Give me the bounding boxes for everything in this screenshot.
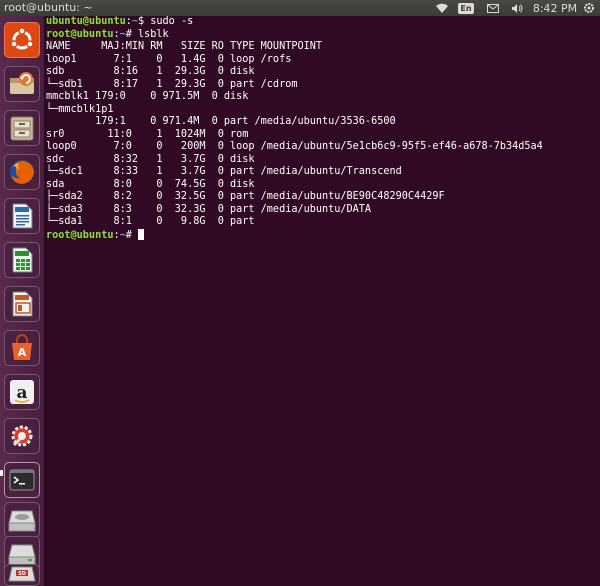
- terminal-text: loop0 7:0 0 200M 0 loop /media/ubuntu/5e…: [46, 141, 543, 152]
- terminal-text: └─sda1 8:1 0 9.8G 0 part: [46, 216, 255, 227]
- launcher-item-terminal[interactable]: [4, 462, 40, 498]
- terminal-line: 179:1 0 971.4M 0 part /media/ubuntu/3536…: [46, 116, 543, 129]
- terminal-text: ├─sda3 8:3 0 32.3G 0 part /media/ubuntu/…: [46, 203, 372, 215]
- file-cabinet-icon: [10, 116, 34, 141]
- amazon-icon: a: [10, 380, 34, 404]
- terminal-text: ├─sda2 8:2 0 32.5G 0 part /media/ubuntu/…: [46, 191, 445, 202]
- calc-icon: [12, 247, 33, 273]
- envelope-icon[interactable]: [486, 0, 500, 16]
- writer-icon: [12, 203, 33, 229]
- terminal-line: root@ubuntu:~# lsblk: [46, 29, 543, 42]
- terminal-icon: [9, 469, 35, 491]
- launcher-item-dash[interactable]: [4, 22, 40, 58]
- ubuntu-logo-icon: [10, 27, 34, 50]
- launcher-item-sd-card[interactable]: SD: [4, 564, 40, 586]
- launcher-item-files[interactable]: [4, 110, 40, 146]
- terminal-line: NAME MAJ:MIN RM SIZE RO TYPE MOUNTPOINT: [46, 41, 543, 54]
- launcher-item-calc[interactable]: [4, 242, 40, 278]
- terminal-line: ├─sda2 8:2 0 32.5G 0 part /media/ubuntu/…: [46, 191, 543, 204]
- prompt-user-host: root@ubuntu: [46, 229, 114, 241]
- running-indicator: [0, 470, 3, 476]
- terminal-line: loop0 7:0 0 200M 0 loop /media/ubuntu/5e…: [46, 141, 543, 154]
- svg-text:a: a: [16, 383, 27, 403]
- terminal-line: └─sdb1 8:17 1 29.3G 0 part /cdrom: [46, 79, 543, 92]
- terminal-output: ubuntu@ubuntu:~$ sudo -s root@ubuntu:~# l…: [46, 16, 543, 242]
- terminal-text: sda 8:0 0 74.5G 0 disk: [46, 178, 255, 190]
- launcher-item-firefox[interactable]: [4, 154, 40, 190]
- keyboard-language-indicator[interactable]: En: [458, 0, 474, 16]
- window-title: root@ubuntu: ~: [4, 1, 93, 14]
- language-label: En: [458, 2, 474, 14]
- launcher-item-impress[interactable]: [4, 286, 40, 322]
- launcher-item-amazon[interactable]: a: [4, 374, 40, 410]
- terminal-line: sdc 8:32 1 3.7G 0 disk: [46, 154, 543, 167]
- terminal-text: sdc 8:32 1 3.7G 0 disk: [46, 153, 255, 165]
- terminal-text: └─sdb1 8:17 1 29.3G 0 part /cdrom: [46, 78, 298, 90]
- terminal-line: sda 8:0 0 74.5G 0 disk: [46, 179, 543, 192]
- update-icon: [10, 72, 34, 94]
- terminal-text: 179:1 0 971.4M 0 part /media/ubuntu/3536…: [46, 116, 396, 127]
- terminal-line: root@ubuntu:~#: [46, 228, 543, 243]
- terminal-text: sdb 8:16 1 29.3G 0 disk: [46, 66, 255, 77]
- terminal-line: loop1 7:1 0 1.4G 0 loop /rofs: [46, 54, 543, 67]
- shopping-bag-icon: A: [12, 334, 32, 360]
- sd-card-icon: SD: [8, 566, 36, 582]
- svg-text:SD: SD: [18, 571, 26, 577]
- terminal-line: └─sdc1 8:33 1 3.7G 0 part /media/ubuntu/…: [46, 166, 543, 179]
- text-cursor: [138, 228, 145, 240]
- wrench-gear-icon: [11, 425, 33, 447]
- terminal-line: └─mmcblk1p1: [46, 104, 543, 117]
- launcher-item-software-center[interactable]: A: [4, 330, 40, 366]
- prompt-user-host: root@ubuntu: [46, 28, 114, 40]
- svg-text:A: A: [18, 346, 27, 359]
- top-panel: root@ubuntu: ~ En 8:42 PM: [0, 0, 600, 16]
- volume-icon[interactable]: [510, 0, 524, 16]
- terminal-text: └─mmcblk1p1: [46, 103, 114, 115]
- terminal-text: # lsblk: [125, 28, 169, 40]
- drive-icon: [8, 510, 36, 532]
- terminal-text: mmcblk1 179:0 0 971.5M 0 disk: [46, 91, 249, 102]
- terminal-text: $ sudo -s: [138, 16, 194, 27]
- clock[interactable]: 8:42 PM: [532, 0, 578, 16]
- launcher-item-software-updater[interactable]: [4, 66, 40, 102]
- prompt-user-host: ubuntu@ubuntu: [46, 16, 126, 27]
- power-gear-icon[interactable]: [582, 0, 596, 16]
- terminal-text: sr0 11:0 1 1024M 0 rom: [46, 128, 249, 140]
- terminal-line: ubuntu@ubuntu:~$ sudo -s: [46, 16, 543, 29]
- terminal-line: ├─sda3 8:3 0 32.3G 0 part /media/ubuntu/…: [46, 204, 543, 217]
- terminal-line: mmcblk1 179:0 0 971.5M 0 disk: [46, 91, 543, 104]
- terminal-text: loop1 7:1 0 1.4G 0 loop /rofs: [46, 53, 292, 65]
- terminal-text: NAME MAJ:MIN RM SIZE RO TYPE MOUNTPOINT: [46, 41, 323, 52]
- terminal-line: sdb 8:16 1 29.3G 0 disk: [46, 66, 543, 79]
- terminal-line: sr0 11:0 1 1024M 0 rom: [46, 129, 543, 142]
- wifi-icon[interactable]: [434, 0, 450, 16]
- launcher: A a SD: [0, 16, 45, 586]
- firefox-icon: [10, 160, 34, 184]
- terminal-window[interactable]: ubuntu@ubuntu:~$ sudo -s root@ubuntu:~# l…: [46, 16, 600, 586]
- launcher-item-removable-drive[interactable]: [4, 502, 40, 538]
- terminal-line: └─sda1 8:1 0 9.8G 0 part: [46, 216, 543, 229]
- launcher-item-system-settings[interactable]: [4, 418, 40, 454]
- launcher-item-writer[interactable]: [4, 198, 40, 234]
- terminal-text: #: [125, 229, 139, 241]
- impress-icon: [12, 291, 33, 317]
- terminal-text: └─sdc1 8:33 1 3.7G 0 part /media/ubuntu/…: [46, 166, 402, 177]
